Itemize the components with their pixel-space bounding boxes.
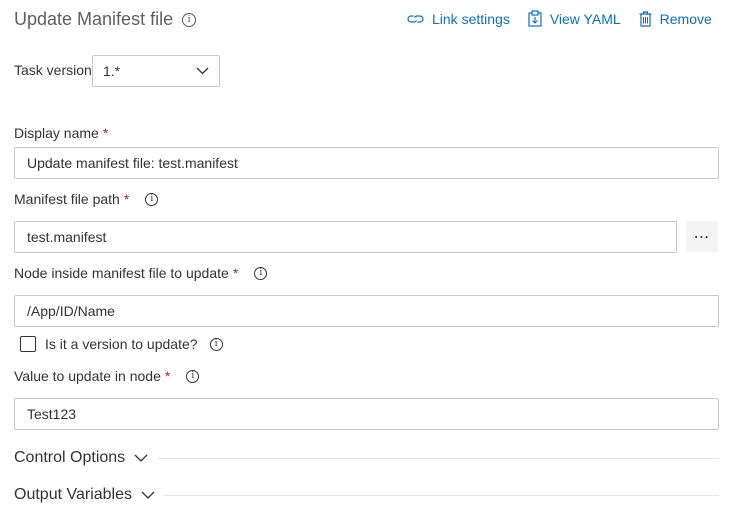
value-label-text: Value to update in node [14,368,161,384]
info-icon[interactable]: i [186,369,200,383]
output-variables-label: Output Variables [14,486,132,503]
chevron-down-icon [141,491,155,499]
info-icon[interactable]: i [182,12,197,27]
trash-icon [639,10,652,27]
view-yaml-button[interactable]: View YAML [528,10,621,27]
task-version-label: Task version [14,62,92,78]
divider [158,458,719,459]
value-label: Value to update in node * i [14,368,200,384]
info-icon[interactable]: i [209,337,223,351]
task-version-label-text: Task version [14,62,92,78]
required-marker: * [232,265,239,281]
toolbar: Link settings View YAML Remove [407,10,712,27]
page-title: Update Manifest file i [14,9,197,30]
remove-label: Remove [659,10,712,27]
node-input[interactable]: /App/ID/Name [14,295,719,327]
node-label: Node inside manifest file to update * i [14,265,268,281]
manifest-path-label: Manifest file path * i [14,191,159,207]
display-name-value: Update manifest file: test.manifest [27,155,238,171]
manifest-path-value: test.manifest [27,229,107,245]
is-version-checkbox[interactable] [20,336,36,352]
is-version-label: Is it a version to update? i [45,336,223,352]
control-options-label: Control Options [14,449,126,466]
manifest-path-input[interactable]: test.manifest [14,221,677,253]
control-options-section[interactable]: Control Options [14,449,148,467]
node-value: /App/ID/Name [27,303,115,319]
manifest-path-label-text: Manifest file path [14,191,120,207]
display-name-label: Display name * [14,125,108,141]
clipboard-icon [528,10,542,27]
is-version-label-text: Is it a version to update? [45,336,198,352]
remove-button[interactable]: Remove [639,11,712,27]
value-input[interactable]: Test123 [14,398,719,430]
view-yaml-label: View YAML [549,10,621,27]
display-name-input[interactable]: Update manifest file: test.manifest [14,147,719,179]
task-version-value: 1.* [103,63,121,79]
info-icon[interactable]: i [145,192,159,206]
task-version-dropdown[interactable]: 1.* [92,55,220,87]
output-variables-section[interactable]: Output Variables [14,486,155,504]
required-marker: * [123,191,130,207]
info-icon[interactable]: i [254,266,268,280]
chevron-down-icon [196,67,209,75]
page-title-text: Update Manifest file [14,9,174,29]
ellipsis-icon: ⋯ [693,228,711,246]
browse-button[interactable]: ⋯ [686,221,718,252]
link-icon [407,14,424,23]
divider [164,495,719,496]
required-marker: * [164,368,171,384]
required-marker: * [102,125,109,141]
value-value: Test123 [27,406,77,422]
display-name-label-text: Display name [14,125,99,141]
link-settings-label: Link settings [432,10,510,27]
link-settings-button[interactable]: Link settings [407,11,510,27]
chevron-down-icon [134,454,148,462]
node-label-text: Node inside manifest file to update [14,265,229,281]
